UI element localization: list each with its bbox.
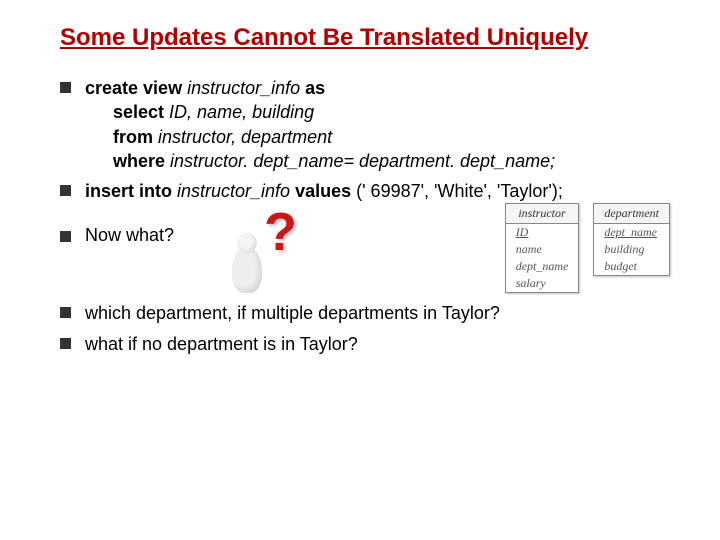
insert-values: (' 69987', 'White', 'Taylor'); [356, 181, 563, 201]
bullet-icon [60, 307, 71, 318]
no-dept-text: what if no department is in Taylor? [85, 332, 670, 356]
now-what-text: Now what? [85, 225, 174, 246]
schema-department: department dept_name building budget [593, 203, 670, 276]
bullet-now-what-row: Now what? ? instructor ID name dept_name… [60, 215, 670, 297]
bullet-no-dept: what if no department is in Taylor? [60, 332, 670, 356]
kw-from: from [113, 127, 158, 147]
question-mark-figure: ? [224, 207, 314, 297]
question-mark-icon: ? [264, 201, 297, 263]
schema-col: budget [594, 258, 669, 275]
schema-col: ID [506, 224, 579, 241]
which-dept-text: which department, if multiple department… [85, 301, 670, 325]
schema-instructor: instructor ID name dept_name salary [505, 203, 580, 293]
schema-department-title: department [594, 204, 669, 224]
schema-diagrams: instructor ID name dept_name salary depa… [505, 203, 670, 293]
bullet-icon [60, 82, 71, 93]
schema-col: name [506, 241, 579, 258]
kw-insert-into: insert into [85, 181, 177, 201]
bullet-create-view: create view instructor_info as select ID… [60, 76, 670, 173]
kw-select: select [113, 102, 169, 122]
bullet-icon [60, 185, 71, 196]
schema-col: dept_name [506, 258, 579, 275]
from-tables: instructor, department [158, 127, 332, 147]
where-clause: instructor. dept_name= department. dept_… [170, 151, 555, 171]
select-cols: ID, name, building [169, 102, 314, 122]
bullet-insert: insert into instructor_info values (' 69… [60, 179, 670, 203]
view-name: instructor_info [187, 78, 305, 98]
kw-create-view: create view [85, 78, 187, 98]
bullet-which-dept: which department, if multiple department… [60, 301, 670, 325]
kw-values: values [295, 181, 356, 201]
bullet-icon [60, 338, 71, 349]
schema-instructor-title: instructor [506, 204, 579, 224]
slide-title: Some Updates Cannot Be Translated Unique… [60, 24, 670, 52]
kw-where: where [113, 151, 170, 171]
schema-col: salary [506, 275, 579, 292]
kw-as: as [305, 78, 325, 98]
bullet-icon [60, 231, 71, 242]
insert-target: instructor_info [177, 181, 295, 201]
schema-col: building [594, 241, 669, 258]
schema-col: dept_name [594, 224, 669, 241]
